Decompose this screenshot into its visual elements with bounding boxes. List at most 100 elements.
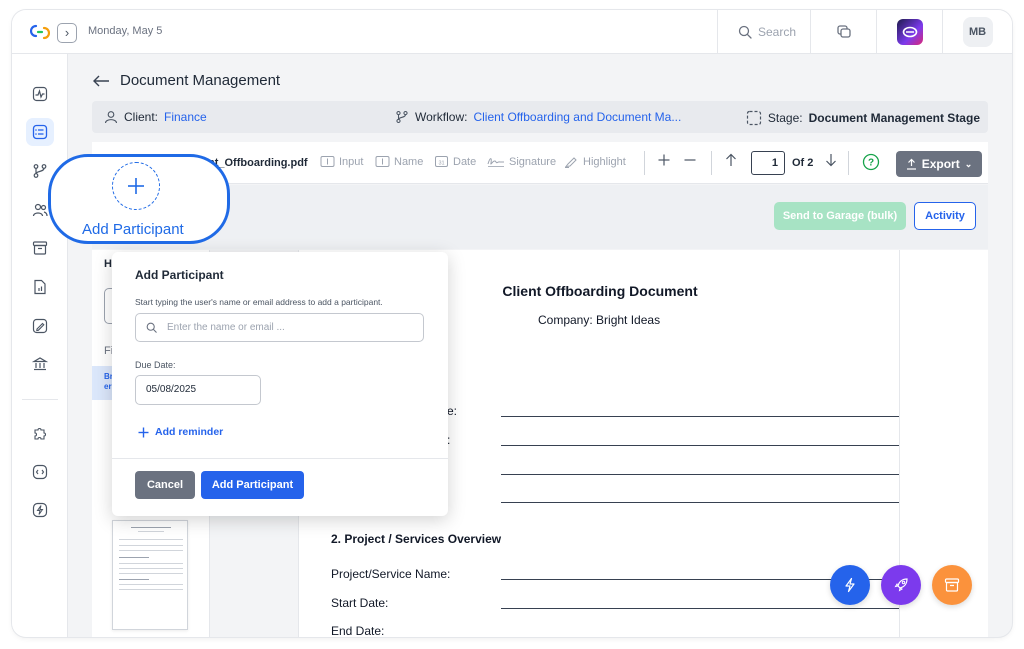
client-info: Client: Finance <box>104 110 207 124</box>
sidebar-item-bank[interactable] <box>26 350 54 378</box>
messages-button[interactable] <box>810 10 876 54</box>
signature-icon <box>487 158 504 167</box>
page-number-input[interactable]: 1 <box>751 151 785 175</box>
due-date-input[interactable]: 05/08/2025 <box>135 375 261 405</box>
sidebar-item-activity[interactable] <box>26 80 54 108</box>
document-field-label: Project/Service Name: <box>331 567 451 581</box>
quick-action-button[interactable] <box>830 565 870 605</box>
thumb-line <box>119 589 183 590</box>
branch-icon <box>33 164 47 178</box>
highlight-tool-button[interactable]: Highlight <box>564 155 626 168</box>
input-tool-button[interactable]: Input <box>320 155 363 168</box>
app-logo-icon[interactable] <box>30 22 50 42</box>
cancel-button[interactable]: Cancel <box>135 471 195 499</box>
sidebar-item-developer[interactable] <box>26 458 54 486</box>
document-field-label: Start Date: <box>331 596 389 610</box>
lightning-icon <box>845 577 855 593</box>
pulse-icon <box>32 86 48 102</box>
thumb-line <box>119 573 183 574</box>
dialog-help-text: Start typing the user's name or email ad… <box>135 297 383 307</box>
export-button[interactable]: Export ⌄ <box>896 151 982 177</box>
activity-button[interactable]: Activity <box>914 202 976 230</box>
arrow-up-icon <box>726 153 736 166</box>
prev-page-button[interactable] <box>725 153 737 167</box>
chat-icon <box>836 25 851 38</box>
sidebar-item-automations[interactable] <box>26 496 54 524</box>
sidebar-item-archive[interactable] <box>26 234 54 262</box>
search-button[interactable]: Search <box>717 10 810 54</box>
plus-icon <box>658 154 670 166</box>
file-name: nt_Offboarding.pdf <box>208 157 308 169</box>
sidebar-item-documents[interactable] <box>26 273 54 301</box>
puzzle-icon <box>34 427 47 440</box>
zoom-in-button[interactable] <box>657 153 671 167</box>
svg-text:?: ? <box>868 158 874 169</box>
sidebar-item-integrations[interactable] <box>26 420 54 448</box>
archive-icon <box>32 241 48 255</box>
search-icon <box>146 322 157 333</box>
expand-sidebar-button[interactable]: › <box>57 23 77 43</box>
document-section-heading: 2. Project / Services Overview <box>331 532 502 546</box>
page-title: Document Management <box>120 72 281 89</box>
client-label: Client: <box>124 110 159 124</box>
launch-button[interactable] <box>881 565 921 605</box>
context-bar: Client: Finance Workflow: Client Offboar… <box>92 101 988 133</box>
help-button[interactable]: ? <box>862 153 880 171</box>
workflow-link[interactable]: Client Offboarding and Document Ma... <box>473 110 681 124</box>
workflow-info: Workflow: Client Offboarding and Documen… <box>395 110 681 124</box>
add-participant-button[interactable]: Add Participant <box>201 471 304 499</box>
next-page-button[interactable] <box>825 153 837 167</box>
user-menu[interactable]: MB <box>942 10 1012 54</box>
zoom-out-button[interactable] <box>683 153 697 167</box>
input-field-icon <box>320 156 335 167</box>
add-reminder-button[interactable]: Add reminder <box>138 426 223 438</box>
add-reminder-label: Add reminder <box>155 426 224 438</box>
document-chart-icon <box>34 279 46 295</box>
stage-icon <box>746 110 762 126</box>
name-tool-button[interactable]: Name <box>375 155 423 168</box>
document-field-line <box>501 608 899 609</box>
checklist-icon <box>32 124 48 140</box>
thumb-line <box>119 550 183 551</box>
calendar-icon: 31 <box>435 156 448 167</box>
panel-heading: H <box>104 258 112 270</box>
arrow-down-icon <box>826 154 836 167</box>
participant-search-input[interactable] <box>167 322 407 333</box>
send-to-garage-button[interactable]: Send to Garage (bulk) <box>774 202 906 230</box>
branch-icon <box>396 110 408 124</box>
upload-icon <box>906 158 916 170</box>
stage-value: Document Management Stage <box>808 111 980 125</box>
dialog-divider <box>112 458 448 459</box>
integrations-app-button[interactable] <box>876 10 942 54</box>
back-arrow-icon[interactable] <box>92 74 110 88</box>
archive-fab-button[interactable] <box>932 565 972 605</box>
date-tool-label: Date <box>453 155 477 168</box>
sidebar-item-signatures[interactable] <box>26 312 54 340</box>
participant-search-field[interactable] <box>135 313 424 342</box>
add-participant-plus-icon[interactable] <box>112 162 160 210</box>
highlight-tool-label: Highlight <box>583 155 626 168</box>
highlighter-icon <box>564 157 577 168</box>
sidebar-item-tasks[interactable] <box>26 118 54 146</box>
page-thumbnail[interactable] <box>112 520 188 630</box>
export-label: Export <box>921 157 960 171</box>
stage-label: Stage: <box>767 111 803 125</box>
toolbar-divider <box>644 151 645 175</box>
search-icon <box>738 25 752 39</box>
svg-text:31: 31 <box>438 161 444 167</box>
client-link[interactable]: Finance <box>164 110 207 124</box>
rocket-icon <box>894 578 908 592</box>
thumb-line <box>131 527 171 528</box>
minus-icon <box>684 159 696 161</box>
document-field-line <box>501 416 899 417</box>
top-bar: › Monday, May 5 Search MB <box>12 10 1012 54</box>
signature-tool-button[interactable]: Signature <box>487 155 556 168</box>
current-date: Monday, May 5 <box>88 25 163 37</box>
date-tool-button[interactable]: 31 Date <box>434 155 476 168</box>
thumb-line <box>119 579 149 580</box>
search-label: Search <box>758 25 797 39</box>
bank-icon <box>32 357 48 371</box>
dialog-title: Add Participant <box>135 268 224 282</box>
document-field-fragment: e: <box>447 404 458 418</box>
name-tool-label: Name <box>394 155 424 168</box>
